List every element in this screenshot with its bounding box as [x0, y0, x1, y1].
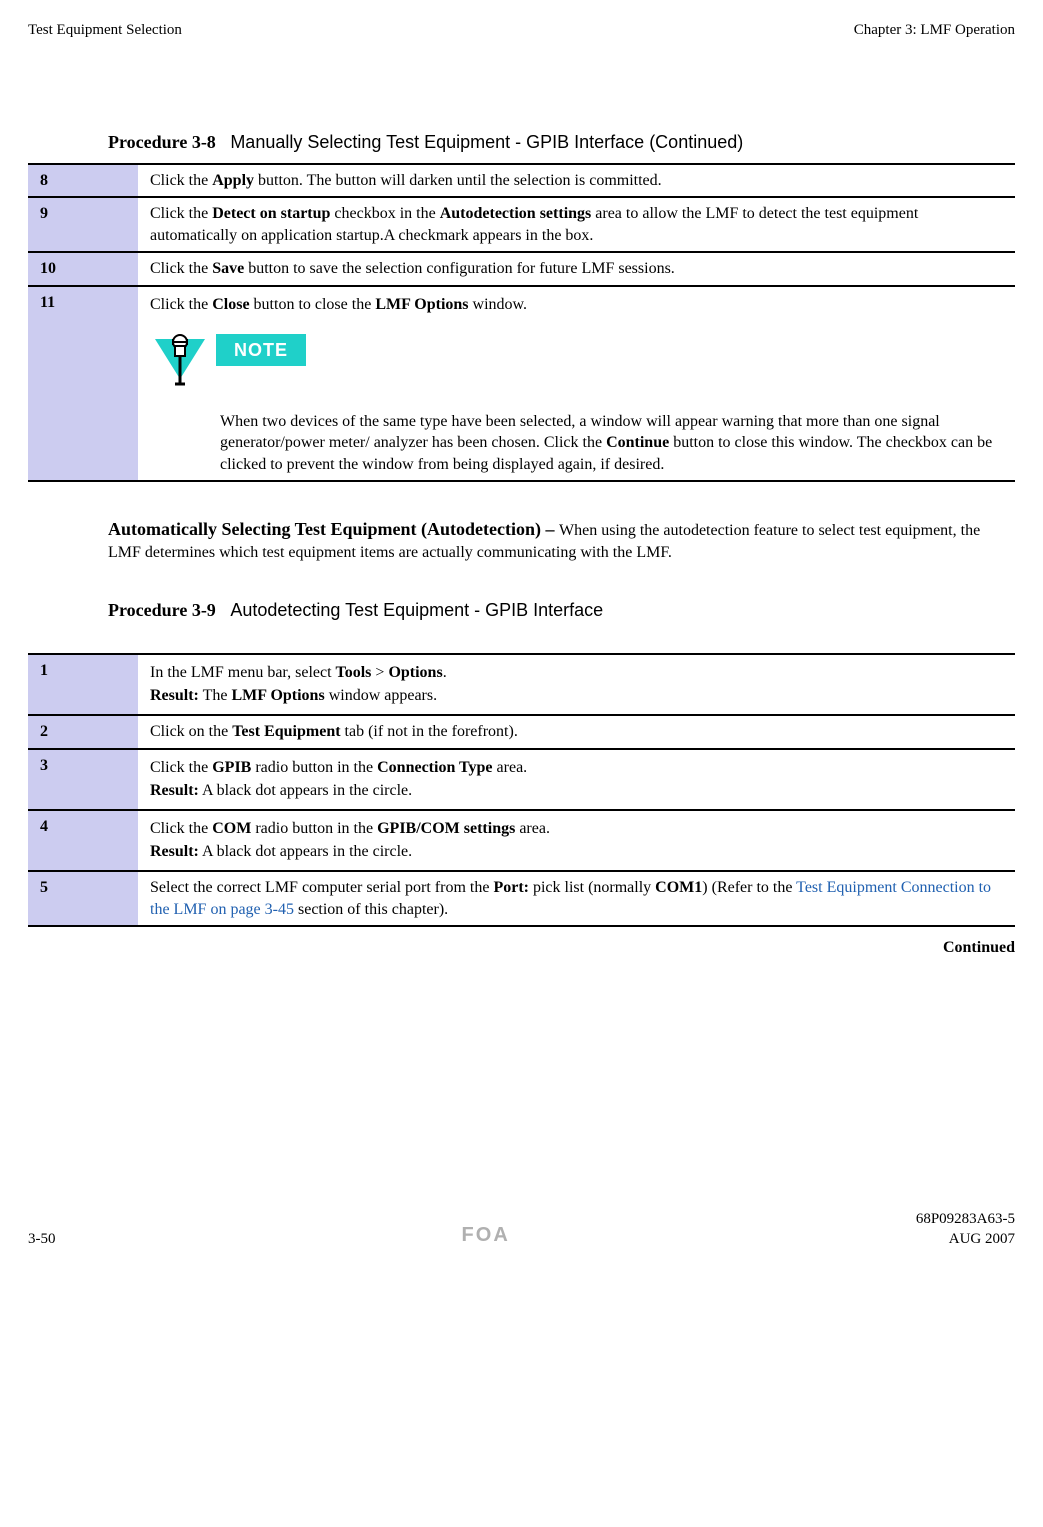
proc-desc: Autodetecting Test Equipment - GPIB Inte…: [230, 600, 603, 620]
continued-label: Continued: [108, 937, 1015, 959]
step-body: Click the Apply button. The button will …: [138, 164, 1015, 198]
step-body: In the LMF menu bar, select Tools > Opti…: [138, 654, 1015, 715]
running-footer: 3-50 FOA 68P09283A63-5 AUG 2007: [28, 1209, 1015, 1250]
page-number: 3-50: [28, 1229, 56, 1249]
table-row: 3 Click the GPIB radio button in the Con…: [28, 749, 1015, 810]
proc-number: Procedure 3-9: [108, 600, 216, 620]
proc-desc: Manually Selecting Test Equipment - GPIB…: [230, 132, 743, 152]
table-row: 5 Select the correct LMF computer serial…: [28, 871, 1015, 926]
step-body: Click the GPIB radio button in the Conne…: [138, 749, 1015, 810]
header-right: Chapter 3: LMF Operation: [854, 20, 1015, 40]
running-header: Test Equipment Selection Chapter 3: LMF …: [28, 20, 1015, 40]
procedure-3-8-table: 8 Click the Apply button. The button wil…: [28, 163, 1015, 483]
note-text: When two devices of the same type have b…: [220, 411, 1005, 476]
procedure-3-9-table: 1 In the LMF menu bar, select Tools > Op…: [28, 653, 1015, 927]
step-body: Click the Save button to save the select…: [138, 252, 1015, 286]
step-number: 5: [28, 871, 138, 926]
doc-date: AUG 2007: [916, 1229, 1015, 1249]
procedure-3-9-title: Procedure 3-9 Autodetecting Test Equipme…: [108, 598, 1015, 622]
table-row: 1 In the LMF menu bar, select Tools > Op…: [28, 654, 1015, 715]
step-body: Click the Close button to close the LMF …: [138, 286, 1015, 481]
header-left: Test Equipment Selection: [28, 20, 182, 40]
step-number: 4: [28, 810, 138, 871]
step-body: Click the Detect on startup checkbox in …: [138, 197, 1015, 252]
step-body: Click the COM radio button in the GPIB/C…: [138, 810, 1015, 871]
table-row: 10 Click the Save button to save the sel…: [28, 252, 1015, 286]
step-number: 3: [28, 749, 138, 810]
table-row: 4 Click the COM radio button in the GPIB…: [28, 810, 1015, 871]
step-body: Select the correct LMF computer serial p…: [138, 871, 1015, 926]
note-label: NOTE: [216, 334, 306, 366]
procedure-3-8-title: Procedure 3-8 Manually Selecting Test Eq…: [108, 130, 1015, 154]
step-number: 2: [28, 715, 138, 749]
foa-watermark: FOA: [56, 1222, 916, 1249]
step-body: Click on the Test Equipment tab (if not …: [138, 715, 1015, 749]
step-number: 11: [28, 286, 138, 481]
note-block: NOTE: [150, 334, 1005, 399]
step-number: 1: [28, 654, 138, 715]
table-row: 11 Click the Close button to close the L…: [28, 286, 1015, 481]
step-number: 10: [28, 252, 138, 286]
step-number: 8: [28, 164, 138, 198]
table-row: 8 Click the Apply button. The button wil…: [28, 164, 1015, 198]
autodetection-heading: Automatically Selecting Test Equipment (…: [108, 517, 1015, 563]
doc-number: 68P09283A63-5: [916, 1209, 1015, 1229]
table-row: 9 Click the Detect on startup checkbox i…: [28, 197, 1015, 252]
clamp-icon: [150, 334, 210, 399]
table-row: 2 Click on the Test Equipment tab (if no…: [28, 715, 1015, 749]
step-number: 9: [28, 197, 138, 252]
proc-number: Procedure 3-8: [108, 132, 216, 152]
